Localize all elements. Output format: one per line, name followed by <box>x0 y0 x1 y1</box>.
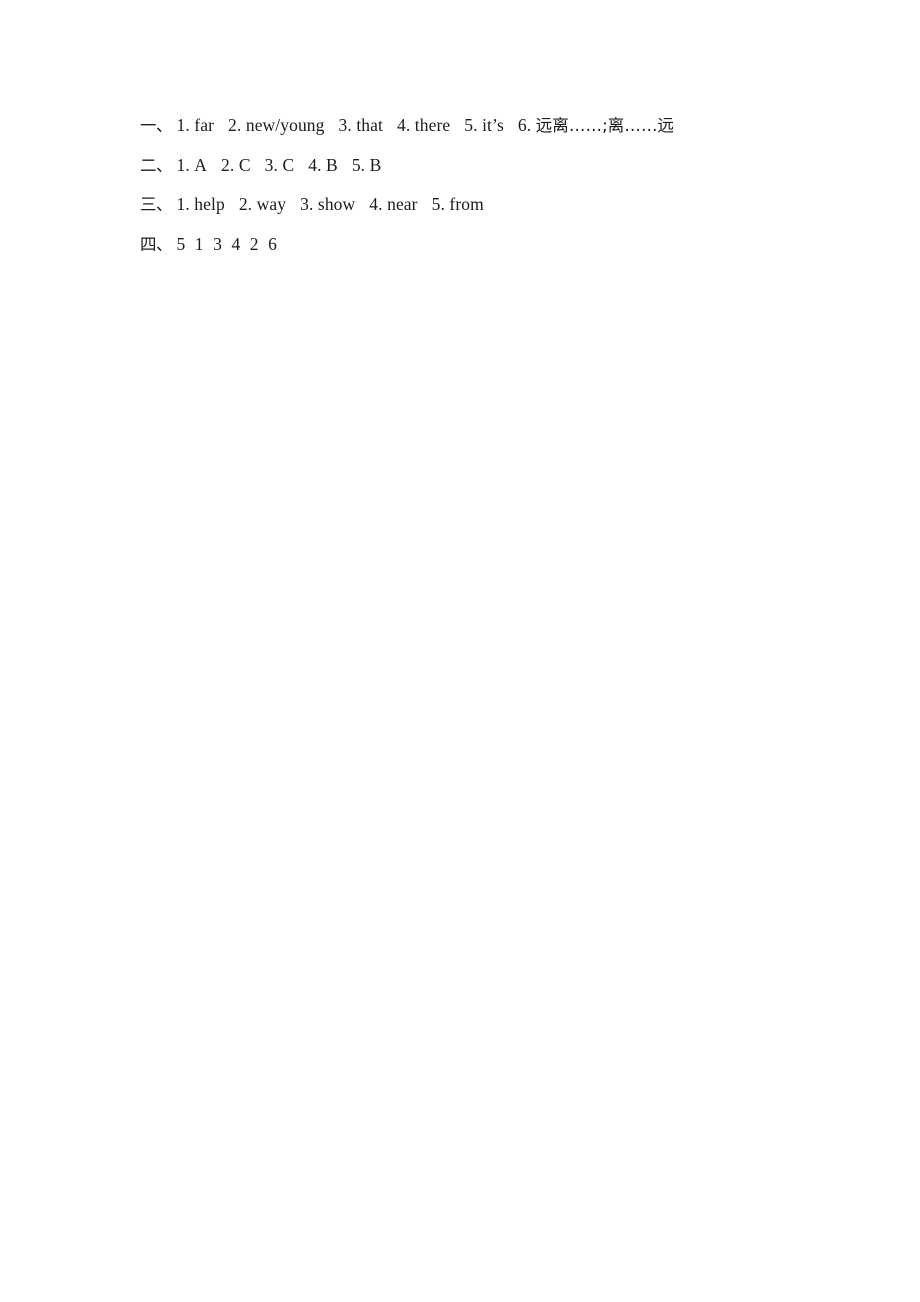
answer-line-section-three: 三、 1. help 2. way 3. show 4. near 5. from <box>140 185 840 225</box>
answer-item: 1. far <box>176 115 214 135</box>
answer-item: 2. C <box>221 155 251 175</box>
answer-item: 1. A <box>176 155 207 175</box>
answer-item: 4. B <box>308 155 338 175</box>
section-two-items: 1. A 2. C 3. C 4. B 5. B <box>176 155 381 175</box>
answer-item: 1. help <box>176 194 224 214</box>
answer-item-number: 3. <box>264 154 278 175</box>
answer-item-number: 6. <box>517 115 532 135</box>
answer-item-text: B <box>369 154 382 175</box>
answer-item-number: 2. <box>238 194 253 214</box>
answer-item: 3. that <box>339 115 383 135</box>
answer-item-number: 2. <box>221 154 235 175</box>
answer-item-text: B <box>326 154 338 175</box>
answer-item-number: 3. <box>300 194 314 214</box>
answer-item: 4. near <box>369 194 417 214</box>
answer-item-number: 4. <box>396 115 411 135</box>
answer-item-number: 4. <box>369 194 383 214</box>
answer-item-text-chinese: 远离……;离……远 <box>535 116 675 135</box>
answer-item-text: it’s <box>482 115 504 135</box>
answer-item-number: 4. <box>308 154 322 175</box>
answer-item-number: 1. <box>176 154 190 175</box>
answer-line-section-four: 四、 5 1 3 4 2 6 <box>140 225 840 265</box>
section-marker-two: 二、 <box>140 155 173 175</box>
answer-item: 2. way <box>239 194 286 214</box>
answer-item-number: 5. <box>351 154 366 175</box>
section-marker-four: 四、 <box>140 234 173 254</box>
answer-line-section-one: 一、 1. far 2. new/young 3. that 4. there 5. i… <box>140 106 840 146</box>
answer-item-text: new/young <box>245 115 325 135</box>
answer-item: 5. B <box>352 155 382 175</box>
answer-item: 4. there <box>397 115 450 135</box>
section-marker-three: 三、 <box>140 195 173 214</box>
answer-item-text: that <box>356 115 383 135</box>
section-three-items: 1. help 2. way 3. show 4. near 5. from <box>176 194 483 214</box>
answer-item: 5. it’s <box>464 115 504 135</box>
answer-item: 6. 远离……;离……远 <box>518 115 674 135</box>
answer-item-text: C <box>238 154 251 175</box>
answer-item-text: far <box>194 115 215 135</box>
answer-item: 3. show <box>300 194 355 214</box>
answer-item-text: C <box>282 154 295 175</box>
answer-item-text: A <box>194 154 208 175</box>
section-marker-one: 一、 <box>140 116 173 135</box>
answer-item-text: from <box>449 194 484 214</box>
answer-sequence: 5 1 3 4 2 6 <box>176 233 280 254</box>
answer-item-text: there <box>414 115 451 135</box>
section-one-items: 1. far 2. new/young 3. that 4. there 5. it’s… <box>176 115 674 135</box>
answer-item-number: 2. <box>228 115 242 135</box>
answer-item-text: way <box>256 194 287 214</box>
answer-list: 一、 1. far 2. new/young 3. that 4. there 5. i… <box>140 106 840 264</box>
answer-item-number: 1. <box>176 115 190 135</box>
answer-item: 5. from <box>432 194 484 214</box>
answer-item-number: 3. <box>338 115 352 135</box>
answer-item-text: near <box>387 194 418 214</box>
answer-item-text: show <box>317 194 356 214</box>
answer-item: 2. new/young <box>228 115 324 135</box>
answer-item-number: 5. <box>431 194 445 214</box>
answer-item-number: 5. <box>464 115 478 135</box>
answer-item-number: 1. <box>176 194 190 214</box>
answer-line-section-two: 二、 1. A 2. C 3. C 4. B 5. B <box>140 146 840 186</box>
answer-item: 3. C <box>265 155 295 175</box>
answer-key-page: 一、 1. far 2. new/young 3. that 4. there 5. i… <box>0 0 920 1302</box>
answer-item-text: help <box>194 194 225 214</box>
